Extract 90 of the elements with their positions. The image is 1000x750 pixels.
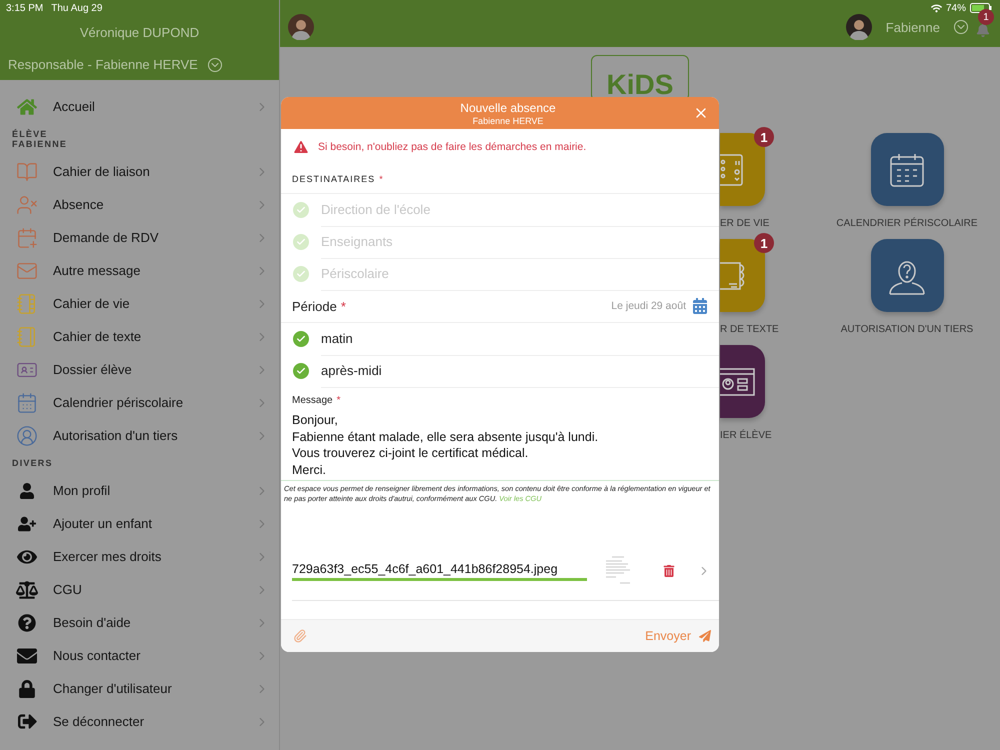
scales-icon [16,578,38,600]
date-value: Le jeudi 29 août [611,300,686,312]
trash-icon [663,565,675,577]
notification-badge: 1 [978,9,994,25]
notebook-icon [720,152,746,186]
checkbox-label: matin [321,322,719,356]
dialog-title: Nouvelle absence [460,100,556,114]
dropdown-icon[interactable] [954,20,968,34]
tile[interactable] [870,239,944,312]
tile[interactable] [870,133,944,206]
checkbox[interactable] [293,331,309,347]
menu-item[interactable]: Se déconnecter [0,705,279,738]
delete-button[interactable] [663,565,675,577]
checkbox-label: Direction de l'école [321,194,719,226]
dialog-subtitle: Fabienne HERVE [472,116,544,126]
menu-item[interactable]: CGU [0,573,279,606]
menu-item[interactable]: Exercer mes droits [0,540,279,573]
tile-label: IER ÉLÈVE [720,430,772,441]
calendar-icon [16,226,38,248]
status-date: Thu Aug 29 [51,2,102,14]
checkbox-label: Enseignants [321,226,719,258]
wifi-icon [930,2,942,14]
id-card-icon [720,366,758,398]
warning-icon [292,138,310,156]
dropdown-icon[interactable] [208,58,222,72]
person-icon [16,424,38,446]
period-label: Période * [292,298,346,314]
checkbox[interactable] [293,363,309,379]
tile-label: R DE TEXTE [720,324,779,335]
section-heading: FABIENNE [12,139,68,149]
notebook-icon [16,326,38,348]
calendar-icon[interactable] [692,298,708,314]
book-icon [16,160,38,182]
menu-item[interactable]: Changer d'utilisateur [0,672,279,705]
menu-item[interactable]: Cahier de vie [0,287,279,320]
lock-icon [18,680,36,698]
battery-icon [970,3,992,13]
avatar[interactable] [846,14,872,40]
bell-icon[interactable] [976,23,990,37]
menu-item[interactable]: Autre message [0,254,279,287]
calendar-icon [889,152,925,188]
warning-message: Si besoin, n'oubliez pas de faire les démarches en mairie. [318,141,586,153]
tile-label: ER DE VIE [720,218,770,229]
calendar-icon [16,392,38,414]
check-icon [296,269,306,279]
add-user-icon [18,514,36,532]
tile-label: AUTORISATION D'UN TIERS [840,324,974,335]
menu-item[interactable]: Accueil [0,90,279,123]
menu-item[interactable]: Calendrier périscolaire [0,386,279,419]
status-time: 3:15 PM [6,2,44,14]
child-name: Fabienne [886,20,940,34]
check-icon [296,205,306,215]
menu-item[interactable]: Cahier de texte [0,320,279,353]
section-heading: ÉLÈVE [12,129,49,139]
menu-item[interactable]: Demande de RDV [0,221,279,254]
check-icon [296,334,306,344]
count-badge: 1 [754,127,774,147]
menu-item[interactable]: Absence [0,188,279,221]
check-icon [296,237,306,247]
logout-icon [18,712,36,731]
tile-label: CALENDRIER PÉRISCOLAIRE [836,218,978,229]
battery-level: 74% [946,2,966,14]
attachment-name: 729a63f3_ec55_4c6f_a601_441b86f28954.jpeg [292,562,587,580]
paperclip-icon [293,629,307,643]
menu-item[interactable]: Nous contacter [0,639,279,672]
checkbox-label: Périscolaire [321,258,719,290]
user-icon [19,482,35,498]
message-label: Message * [291,394,342,406]
menu-item[interactable]: Cahier de liaison [0,155,279,188]
user-icon [16,194,38,216]
notebook-icon [16,292,38,314]
menu-item[interactable]: Autorisation d'un tiers [0,419,279,452]
mail-icon [17,646,37,666]
help-icon [18,614,36,632]
home-icon [17,96,37,116]
menu-item[interactable]: Dossier élève [0,353,279,386]
check-icon [296,366,306,376]
role-label: Responsable - Fabienne HERVE [8,57,198,72]
menu-item[interactable]: Ajouter un enfant [0,507,279,540]
section-heading: DIVERS [12,458,54,468]
avatar[interactable] [288,14,314,40]
attach-button[interactable] [293,629,307,643]
user-name: Véronique DUPOND [78,25,200,40]
recipients-label: DESTINATAIRES * [291,174,384,184]
menu-item[interactable]: Besoin d'aide [0,606,279,639]
send-icon [699,630,711,642]
tile[interactable] [720,345,765,418]
count-badge: 1 [754,233,774,253]
checkbox-label: après-midi [321,354,719,388]
menu-item[interactable]: Mon profil [0,474,279,507]
